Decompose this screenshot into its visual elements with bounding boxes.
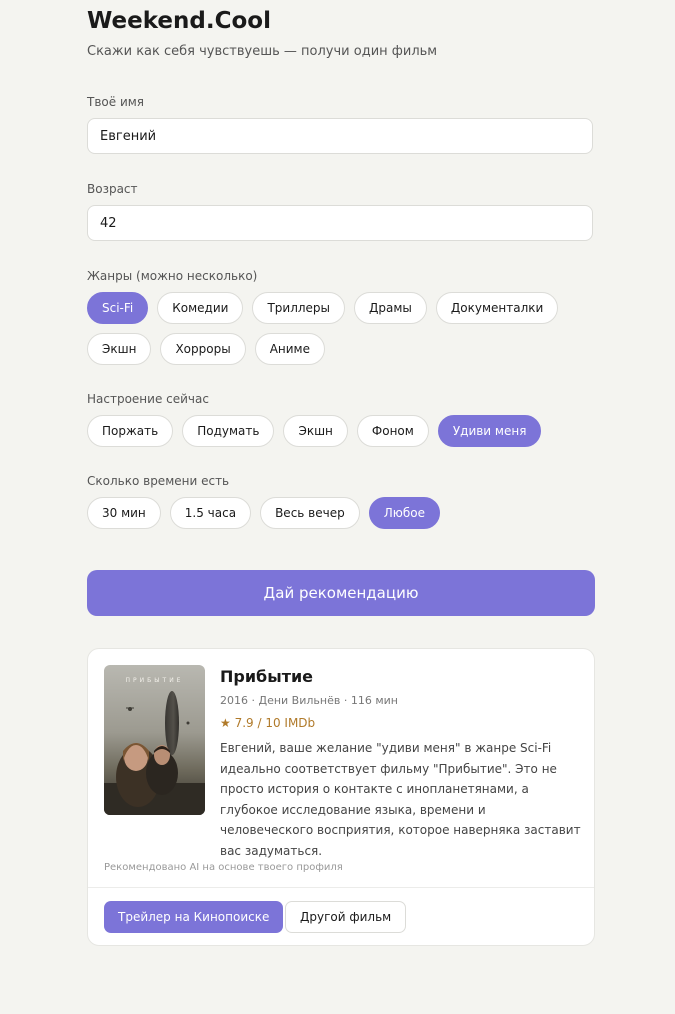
recommend-button[interactable]: Дай рекомендацию — [87, 570, 595, 616]
mood-label: Настроение сейчас — [87, 392, 209, 406]
time-chip-any[interactable]: Любое — [368, 497, 440, 529]
page: Weekend.Cool Скажи как себя чувствуешь —… — [0, 0, 675, 1014]
movie-rating: ★ 7.9 / 10 IMDb — [220, 716, 316, 730]
movie-title: Прибытие — [220, 667, 314, 686]
ai-note: Рекомендовано AI на основе твоего профил… — [104, 862, 343, 873]
genre-chip-anime[interactable]: Аниме — [254, 333, 325, 365]
genre-chip-scifi[interactable]: Sci-Fi — [87, 292, 149, 324]
mood-chip-surprise[interactable]: Удиви меня — [437, 415, 542, 447]
card-divider — [88, 887, 594, 888]
time-row: 30 мин 1.5 часа Весь вечер Любое — [87, 497, 440, 529]
time-chip-1-5h[interactable]: 1.5 часа — [169, 497, 252, 529]
mood-chip-action[interactable]: Экшн — [283, 415, 348, 447]
age-label: Возраст — [87, 182, 138, 196]
genre-chip-documentary[interactable]: Документалки — [435, 292, 559, 324]
age-input[interactable] — [87, 205, 593, 241]
movie-meta: 2016 · Дени Вильнёв · 116 мин — [220, 694, 398, 707]
other-movie-button[interactable]: Другой фильм — [285, 901, 407, 933]
name-label: Твоё имя — [87, 95, 145, 109]
genre-chip-drama[interactable]: Драмы — [354, 292, 427, 324]
app-title: Weekend.Cool — [87, 8, 271, 34]
app-subtitle: Скажи как себя чувствуешь — получи один … — [87, 44, 438, 59]
name-input[interactable] — [87, 118, 593, 154]
genres-label: Жанры (можно несколько) — [87, 269, 258, 283]
genre-chip-horror[interactable]: Хорроры — [160, 333, 246, 365]
genre-chip-action[interactable]: Экшн — [87, 333, 152, 365]
genres-row-1: Sci-Fi Комедии Триллеры Драмы Документал… — [87, 292, 559, 324]
time-chip-evening[interactable]: Весь вечер — [260, 497, 360, 529]
genre-chip-comedy[interactable]: Комедии — [157, 292, 244, 324]
movie-info: Прибытие 2016 · Дени Вильнёв · 116 мин ★… — [220, 667, 582, 861]
recommendation-card: ПРИБЫТИЕ Прибытие 2016 · Дени Вильнёв · … — [87, 648, 595, 946]
poster-title-text: ПРИБЫТИЕ — [125, 677, 184, 684]
movie-poster: ПРИБЫТИЕ — [104, 665, 205, 815]
trailer-button[interactable]: Трейлер на Кинопоиске — [104, 901, 284, 933]
mood-chip-laugh[interactable]: Поржать — [87, 415, 174, 447]
mood-chip-think[interactable]: Подумать — [182, 415, 275, 447]
mood-chip-background[interactable]: Фоном — [356, 415, 429, 447]
mood-row: Поржать Подумать Экшн Фоном Удиви меня — [87, 415, 542, 447]
movie-description: Евгений, ваше желание "удиви меня" в жан… — [220, 741, 581, 858]
time-chip-30min[interactable]: 30 мин — [87, 497, 161, 529]
genre-chip-thriller[interactable]: Триллеры — [252, 292, 346, 324]
genres-row-2: Экшн Хорроры Аниме — [87, 333, 325, 365]
time-label: Сколько времени есть — [87, 474, 230, 488]
